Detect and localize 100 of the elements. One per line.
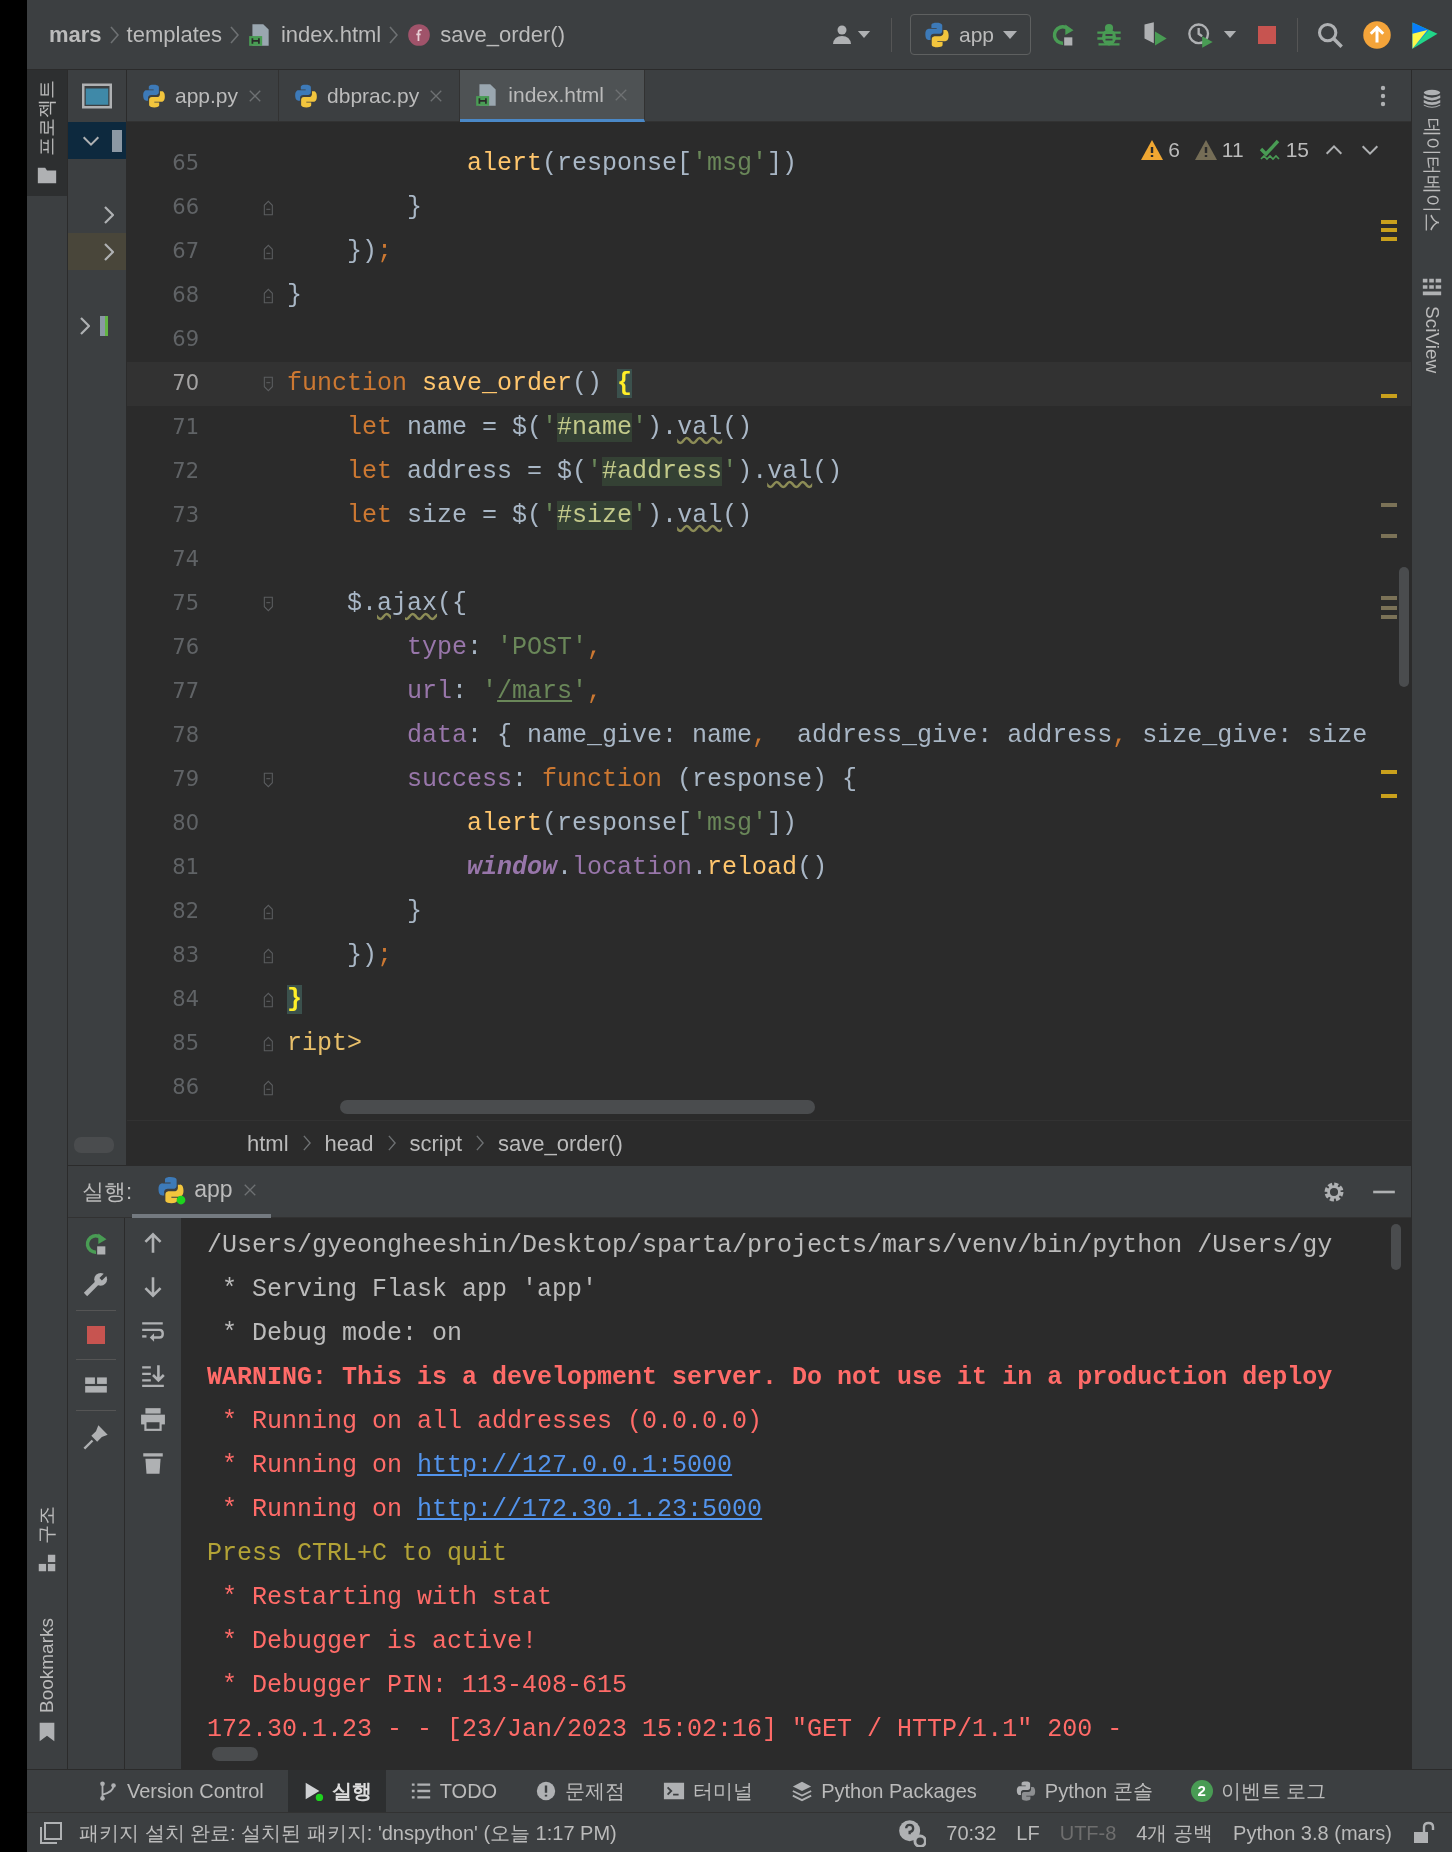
- chevron-right-icon[interactable]: [104, 205, 114, 224]
- help-gear-icon[interactable]: [898, 1818, 927, 1847]
- line-number: 85: [171, 1030, 199, 1058]
- tool-window-button[interactable]: Python Packages: [777, 1769, 991, 1813]
- tool-window-button[interactable]: 터미널: [649, 1769, 768, 1813]
- tool-window-button[interactable]: Version Control: [83, 1769, 278, 1813]
- pin-icon[interactable]: [82, 1423, 110, 1451]
- code-line: ript>: [287, 1028, 362, 1061]
- console-line: * Serving Flask app 'app': [221, 1274, 598, 1306]
- code-line: type: 'POST',: [406, 632, 603, 665]
- inspection-count[interactable]: 15: [1285, 134, 1309, 166]
- code-breadcrumb[interactable]: head: [324, 1126, 374, 1160]
- tool-window-button[interactable]: 프로젝트: [27, 70, 67, 196]
- console-link[interactable]: http://172.30.1.23:5000: [417, 1495, 763, 1524]
- code-line: alert(response['msg']): [466, 808, 798, 841]
- database-icon: [1421, 88, 1443, 110]
- breadcrumb-item[interactable]: mars: [49, 18, 102, 51]
- line-number: 74: [171, 546, 199, 574]
- status-item[interactable]: LF: [1016, 1817, 1040, 1848]
- caret-icon: [1002, 29, 1018, 40]
- tool-window-button[interactable]: Bookmarks: [27, 1607, 67, 1753]
- console-line: * Running on http://172.30.1.23:5000: [221, 1494, 763, 1526]
- trash-icon[interactable]: [140, 1450, 166, 1476]
- profiler-icon[interactable]: [1187, 20, 1215, 49]
- console-line: * Debugger PIN: 113-408-615: [221, 1670, 628, 1702]
- breadcrumb-item[interactable]: save_order(): [440, 18, 565, 51]
- status-item[interactable]: Python 3.8 (mars): [1233, 1817, 1392, 1848]
- project-view-icon[interactable]: [82, 81, 112, 111]
- line-number: 70: [171, 370, 199, 398]
- tool-window-button[interactable]: Python 콘솔: [1000, 1769, 1167, 1813]
- code-breadcrumb[interactable]: script: [409, 1126, 463, 1160]
- tool-window-button[interactable]: 구조: [27, 1495, 67, 1584]
- line-number: 71: [171, 414, 199, 442]
- tool-window-button[interactable]: 문제점: [521, 1769, 640, 1813]
- status-message: 패키지 설치 완료: 설치된 패키지: 'dnspython' (오늘 1:17 PM): [79, 1820, 617, 1846]
- terminal-icon: [663, 1780, 686, 1802]
- scrollbar-thumb[interactable]: [340, 1100, 815, 1114]
- file-tab[interactable]: index.html: [460, 70, 645, 122]
- scrollbar-thumb[interactable]: [1391, 1224, 1401, 1270]
- line-number: 65: [171, 150, 199, 178]
- line-number: 75: [171, 590, 199, 618]
- line-number: 66: [171, 194, 199, 222]
- scrollbar-thumb[interactable]: [212, 1747, 258, 1761]
- console-line: 172.30.1.23 - - [23/Jan/2023 15:02:16] "GET / HTTP/1.1" 200 -: [207, 1714, 1123, 1746]
- console-line: Press CTRL+C to quit: [207, 1538, 508, 1570]
- list-icon: [409, 1780, 432, 1802]
- line-number: 83: [171, 942, 199, 970]
- toggle-panels-icon[interactable]: [39, 1820, 63, 1845]
- code-line: let name = $('#name').val(): [346, 412, 753, 445]
- wrench-icon[interactable]: [82, 1270, 110, 1298]
- lock-icon[interactable]: [1412, 1820, 1436, 1845]
- chevron-icon: [302, 1135, 311, 1151]
- scroll-to-end-icon[interactable]: [140, 1362, 166, 1388]
- breadcrumb-item[interactable]: index.html: [281, 18, 382, 51]
- console-line: WARNING: This is a development server. Do not use it in a production deploy: [207, 1362, 1333, 1394]
- line-number: 67: [171, 238, 199, 266]
- code-line: url: '/mars',: [406, 676, 603, 709]
- count-badge: 2: [1190, 1780, 1213, 1802]
- code-line: });: [346, 940, 393, 973]
- code-line: }: [406, 192, 423, 225]
- status-item[interactable]: 4개 공백: [1136, 1817, 1214, 1848]
- inspection-count[interactable]: 11: [1221, 134, 1244, 166]
- tool-window-button[interactable]: 실행: [287, 1769, 386, 1813]
- python-icon: [922, 20, 951, 49]
- tool-window-button[interactable]: 데이터베이스: [1417, 78, 1447, 242]
- code-line: alert(response['msg']): [466, 148, 798, 181]
- chevron-icon: [230, 25, 239, 44]
- caret-icon[interactable]: [1223, 30, 1237, 39]
- line-number: 76: [171, 634, 199, 662]
- scrollbar-thumb[interactable]: [1399, 567, 1409, 687]
- line-number: 86: [171, 1074, 199, 1102]
- check-icon[interactable]: [1257, 137, 1282, 162]
- tool-window-button[interactable]: TODO: [395, 1769, 512, 1813]
- search-icon[interactable]: [1316, 20, 1344, 49]
- tree-item-icon: [112, 129, 122, 152]
- code-breadcrumb[interactable]: html: [247, 1126, 289, 1160]
- breadcrumb-item[interactable]: templates: [126, 18, 222, 51]
- chevron-right-icon[interactable]: [80, 316, 90, 335]
- tool-window-button[interactable]: SciView: [1417, 266, 1447, 384]
- run-configuration-dropdown[interactable]: app: [909, 13, 1031, 56]
- tool-window-button[interactable]: 2 이벤트 로그: [1176, 1769, 1341, 1813]
- print-icon[interactable]: [140, 1406, 166, 1432]
- line-number: 78: [171, 722, 199, 750]
- code-line: window.location.reload(): [466, 852, 828, 885]
- code-breadcrumb[interactable]: save_order(): [498, 1126, 623, 1160]
- code-line: success: function (response) {: [406, 764, 858, 797]
- stop-icon[interactable]: [84, 1323, 108, 1347]
- line-number: 82: [171, 898, 199, 926]
- status-item[interactable]: 70:32: [946, 1817, 997, 1848]
- chevron-icon: [476, 1135, 485, 1151]
- line-number: 69: [171, 326, 199, 354]
- inspection-count[interactable]: 6: [1168, 134, 1180, 166]
- console-link[interactable]: http://127.0.0.1:5000: [417, 1451, 733, 1480]
- python-file-icon: [141, 83, 167, 109]
- panel-title: 실행:: [82, 1178, 133, 1206]
- console-line: /Users/gyeongheeshin/Desktop/sparta/projects/mars/venv/bin/python /Users/gy: [207, 1230, 1333, 1262]
- update-icon[interactable]: [1362, 19, 1392, 50]
- line-number: 77: [171, 678, 199, 706]
- code-line: function save_order() {: [287, 368, 633, 401]
- chevron-right-icon[interactable]: [104, 242, 114, 261]
